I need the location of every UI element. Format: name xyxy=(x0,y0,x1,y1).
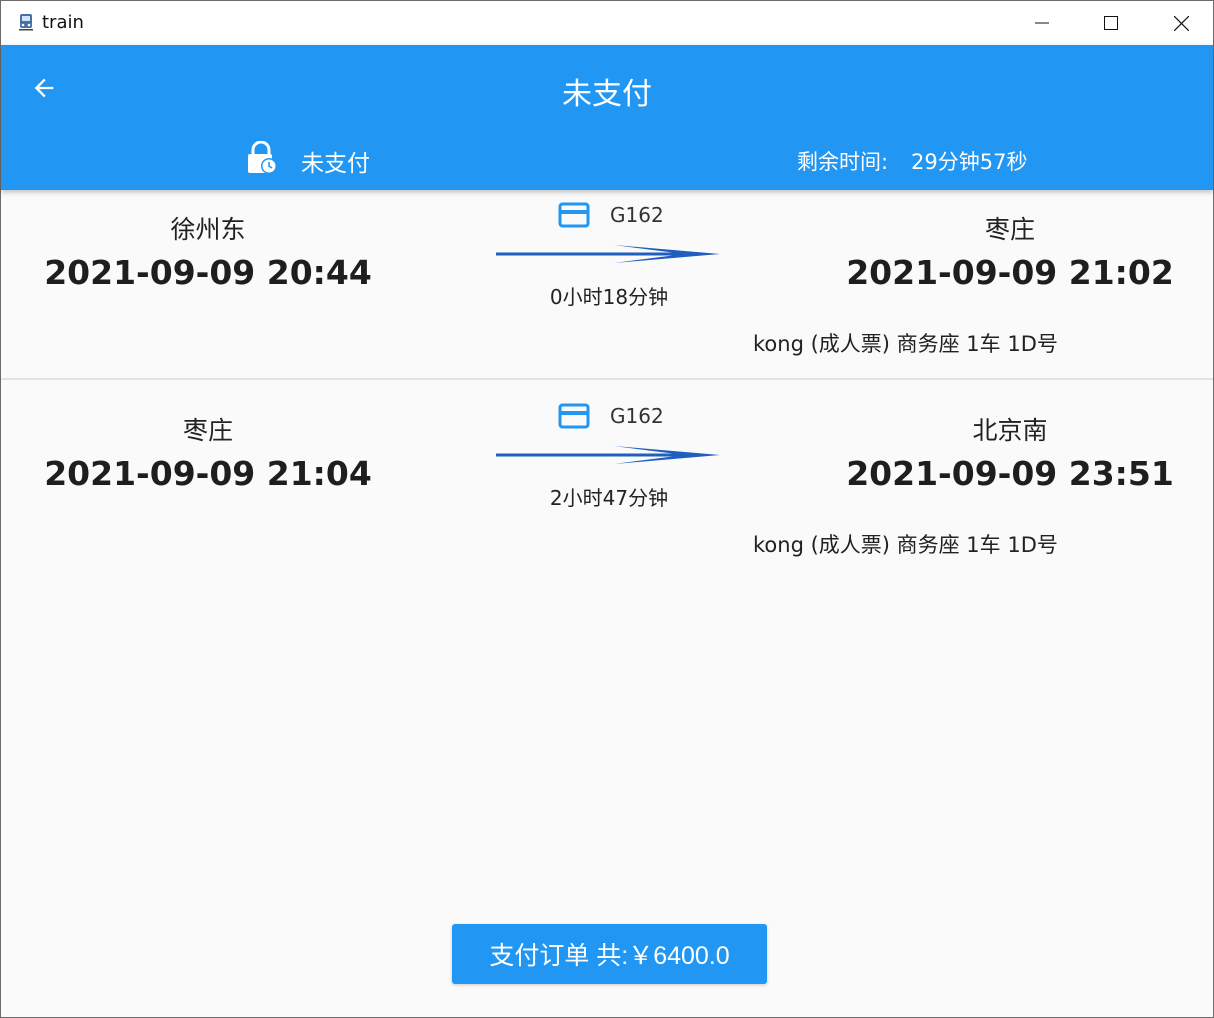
train-number: G162 xyxy=(610,404,664,428)
close-icon xyxy=(1173,15,1189,31)
lock-clock-icon xyxy=(248,141,277,174)
minimize-icon xyxy=(1035,22,1049,24)
train-number: G162 xyxy=(610,203,664,227)
app-bar: 未支付 未支付 剩余时间: 29分钟57秒 xyxy=(1,45,1213,190)
window-title: train xyxy=(42,12,84,33)
arrival-time: 2021-09-09 21:02 xyxy=(846,253,1174,292)
maximize-icon xyxy=(1104,16,1118,30)
page-title: 未支付 xyxy=(562,77,652,112)
window-titlebar: train xyxy=(1,1,1213,45)
arrival-time: 2021-09-09 23:51 xyxy=(846,454,1174,493)
trip-segment: 徐州东 2021-09-09 20:44 G162 0小时18分钟 枣庄 202… xyxy=(1,190,1213,380)
trip-duration: 0小时18分钟 xyxy=(549,285,669,309)
minimize-button[interactable] xyxy=(1007,1,1077,45)
close-button[interactable] xyxy=(1146,1,1214,45)
passenger-info: kong (成人票) 商务座 1车 1D号 xyxy=(753,533,1058,557)
payment-status: 未支付 xyxy=(301,151,370,177)
segment-divider xyxy=(1,378,1213,380)
card-icon xyxy=(558,202,590,228)
passenger-info: kong (成人票) 商务座 1车 1D号 xyxy=(753,332,1058,356)
remaining-time-label: 剩余时间: xyxy=(797,150,889,174)
route-arrow-icon xyxy=(496,245,720,263)
remaining-time-value: 29分钟57秒 xyxy=(911,150,1028,174)
departure-time: 2021-09-09 20:44 xyxy=(44,253,372,292)
app-window: train 未支付 未支付 剩余时间: 29分钟57秒 徐州东 2021-09-… xyxy=(0,0,1214,1018)
arrival-station: 北京南 xyxy=(972,416,1048,445)
departure-station: 枣庄 xyxy=(182,416,233,445)
departure-time: 2021-09-09 21:04 xyxy=(44,454,372,493)
trip-segment: 枣庄 2021-09-09 21:04 G162 2小时47分钟 北京南 202… xyxy=(1,391,1213,581)
app-icon xyxy=(19,14,33,31)
departure-station: 徐州东 xyxy=(170,215,246,244)
route-arrow-icon xyxy=(496,446,720,464)
maximize-button[interactable] xyxy=(1076,1,1146,45)
arrival-station: 枣庄 xyxy=(984,215,1035,244)
pay-order-button[interactable]: 支付订单 共:￥6400.0 xyxy=(452,924,767,984)
trip-duration: 2小时47分钟 xyxy=(549,486,669,510)
card-icon xyxy=(558,403,590,429)
